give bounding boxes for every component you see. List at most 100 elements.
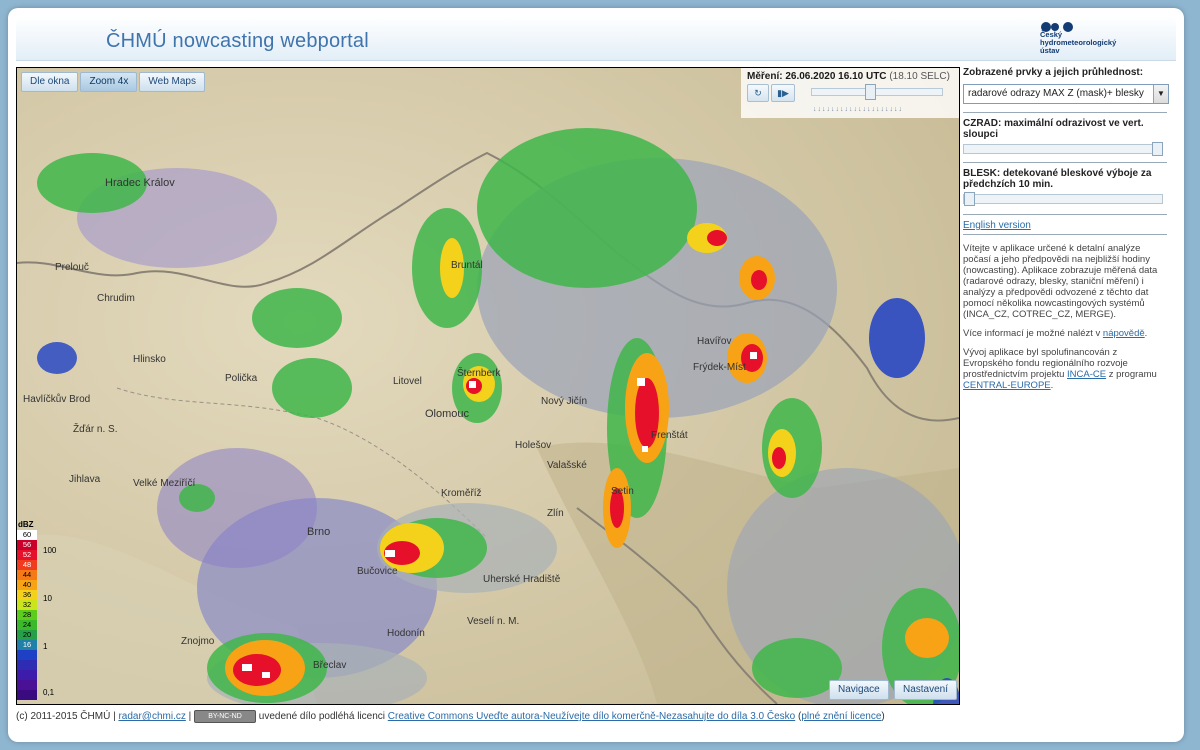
tab-zoom-4x[interactable]: Zoom 4x xyxy=(80,72,138,92)
legend-rate-0-1: 0,1 xyxy=(43,688,55,697)
legend-scale: 60 56 52 48 44 40 36 32 28 24 20 16 xyxy=(17,530,37,700)
legend-level: 52 xyxy=(17,550,37,560)
divider xyxy=(963,162,1167,163)
city-label-hradec: Hradec Králov xyxy=(105,177,175,189)
radar-map[interactable]: Hradec Králov Prelouč Chrudim Hlinsko Po… xyxy=(16,67,960,705)
city-label-velke-mezirici: Velké Meziříčí xyxy=(133,478,196,489)
legend-level xyxy=(17,680,37,690)
more-info-text: Více informací je možné nalézt v nápověd… xyxy=(963,328,1169,339)
legend-rate-10: 10 xyxy=(43,594,52,603)
settings-button[interactable]: Nastavení xyxy=(894,680,958,700)
layers-heading: Zobrazené prvky a jejich průhlednost: xyxy=(963,67,1144,78)
more-info-prefix: Více informací je možné nalézt v xyxy=(963,328,1103,339)
funding-suffix: . xyxy=(1050,380,1054,391)
chevron-down-icon: ▼ xyxy=(1153,85,1168,103)
play-pause-button[interactable]: ▮▶ xyxy=(771,84,795,102)
legend-level: 40 xyxy=(17,580,37,590)
tab-web-maps[interactable]: Web Maps xyxy=(139,72,205,92)
city-label-setin: Setin xyxy=(611,486,634,497)
app-title: ČHMÚ nowcasting webportal xyxy=(106,30,369,52)
more-info-suffix: . xyxy=(1144,328,1148,339)
divider xyxy=(963,214,1167,215)
header: ČHMÚ nowcasting webportal Český hydromet… xyxy=(16,16,1176,61)
footer-copyright: (c) 2011-2015 ČHMÚ | xyxy=(16,711,119,723)
legend-rate-1: 1 xyxy=(43,642,48,651)
city-label-breclav: Břeclav xyxy=(313,660,347,671)
english-version-link[interactable]: English version xyxy=(963,220,1031,231)
layer-select-value: radarové odrazy MAX Z (mask)+ blesky xyxy=(968,88,1144,99)
logo-text: Český hydrometeorologický ústav xyxy=(1040,31,1116,55)
city-label-znojmo: Znojmo xyxy=(181,636,215,647)
city-label-havlickuv-brod: Havlíčkův Brod xyxy=(23,394,91,405)
timeline-ticks: ↓↓↓↓↓↓↓↓↓↓↓↓↓↓↓↓↓↓↓↓ xyxy=(813,106,903,113)
legend-level xyxy=(17,670,37,680)
license-link[interactable]: Creative Commons Uveďte autora-Neužívejt… xyxy=(388,711,795,722)
help-link[interactable]: nápovědě xyxy=(1103,328,1145,339)
city-label-kromeriz: Kroměříž xyxy=(441,488,482,499)
city-label-novy-jicin: Nový Jičín xyxy=(541,396,588,407)
measurement-label: Měření: xyxy=(747,71,783,82)
logo-line-3: ústav xyxy=(1040,46,1060,55)
legend-level: 60 xyxy=(17,530,37,540)
city-label-frydek: Frýdek-Míst xyxy=(693,362,746,373)
city-label-jihlava: Jihlava xyxy=(69,474,101,485)
city-label-veseli: Veselí n. M. xyxy=(467,616,520,627)
blesk-opacity-handle[interactable] xyxy=(964,192,975,206)
legend-level: 16 xyxy=(17,640,37,650)
measurement-datetime: 26.06.2020 16.10 UTC xyxy=(785,71,887,82)
city-label-hlinsko: Hlinsko xyxy=(133,354,166,365)
divider xyxy=(963,112,1167,113)
legend-level: 56 xyxy=(17,540,37,550)
czrad-opacity-slider[interactable] xyxy=(963,142,1163,156)
legend-level xyxy=(17,650,37,660)
measurement-local-time: (18.10 SELC) xyxy=(889,71,950,82)
layer-select[interactable]: radarové odrazy MAX Z (mask)+ blesky ▼ xyxy=(963,84,1169,104)
city-label-uherske-hradiste: Uherské Hradiště xyxy=(483,574,561,585)
legend-level: 20 xyxy=(17,630,37,640)
chmi-logo[interactable]: Český hydrometeorologický ústav xyxy=(1040,20,1160,58)
legend-level xyxy=(17,690,37,700)
timeline-handle[interactable] xyxy=(864,84,876,100)
legend-level: 48 xyxy=(17,560,37,570)
legend-level: 36 xyxy=(17,590,37,600)
footer-email-link[interactable]: radar@chmi.cz xyxy=(118,711,185,722)
inca-ce-link[interactable]: INCA-CE xyxy=(1067,369,1106,380)
radar-map-canvas[interactable] xyxy=(17,68,959,704)
legend-level xyxy=(17,660,37,670)
legend-level: 32 xyxy=(17,600,37,610)
city-label-prelouc: Prelouč xyxy=(55,262,89,273)
city-label-hodonin: Hodonín xyxy=(387,628,425,639)
tab-dle-okna[interactable]: Dle okna xyxy=(21,72,79,92)
city-label-chrudim: Chrudim xyxy=(97,293,135,304)
timeline-slider[interactable] xyxy=(811,84,943,100)
view-tabs: Dle okna Zoom 4x Web Maps xyxy=(21,72,205,92)
funding-text: Vývoj aplikace byl spolufinancován z Evr… xyxy=(963,347,1169,391)
funding-middle: z programu xyxy=(1106,369,1157,380)
intro-text: Vítejte v aplikace určené k detalní anal… xyxy=(963,243,1158,320)
city-label-frenstat: Frenštát xyxy=(651,430,688,441)
cc-license-badge-icon[interactable]: BY-NC-ND xyxy=(194,710,256,723)
central-europe-link[interactable]: CENTRAL-EUROPE xyxy=(963,380,1051,391)
city-label-zdar: Žďár n. S. xyxy=(73,424,118,435)
legend-level: 24 xyxy=(17,620,37,630)
city-label-zlin: Zlín xyxy=(547,508,564,519)
czrad-opacity-handle[interactable] xyxy=(1152,142,1163,156)
city-label-olomouc: Olomouc xyxy=(425,408,470,420)
city-label-sternberk: Šternberk xyxy=(457,368,501,379)
divider xyxy=(963,234,1167,235)
blesk-opacity-slider[interactable] xyxy=(963,192,1163,206)
city-label-brno: Brno xyxy=(307,526,331,538)
refresh-icon: ↻ xyxy=(754,88,762,98)
play-pause-icon: ▮▶ xyxy=(777,88,789,98)
sidebar: Zobrazené prvky a jejich průhlednost: ra… xyxy=(963,67,1169,703)
refresh-button[interactable]: ↻ xyxy=(747,84,769,102)
measurement-text: Měření: 26.06.2020 16.10 UTC (18.10 SELC… xyxy=(747,71,950,82)
city-label-policka: Polička xyxy=(225,373,258,384)
city-label-bruntal: Bruntál xyxy=(451,260,483,271)
full-license-link[interactable]: plné znění licence xyxy=(801,711,881,722)
legend-rate-100: 100 xyxy=(43,546,57,555)
legend-level: 28 xyxy=(17,610,37,620)
navigation-button[interactable]: Navigace xyxy=(829,680,889,700)
city-label-holesov: Holešov xyxy=(515,440,552,451)
czrad-title: CZRAD: maximální odrazivost ve vert. slo… xyxy=(963,118,1144,140)
